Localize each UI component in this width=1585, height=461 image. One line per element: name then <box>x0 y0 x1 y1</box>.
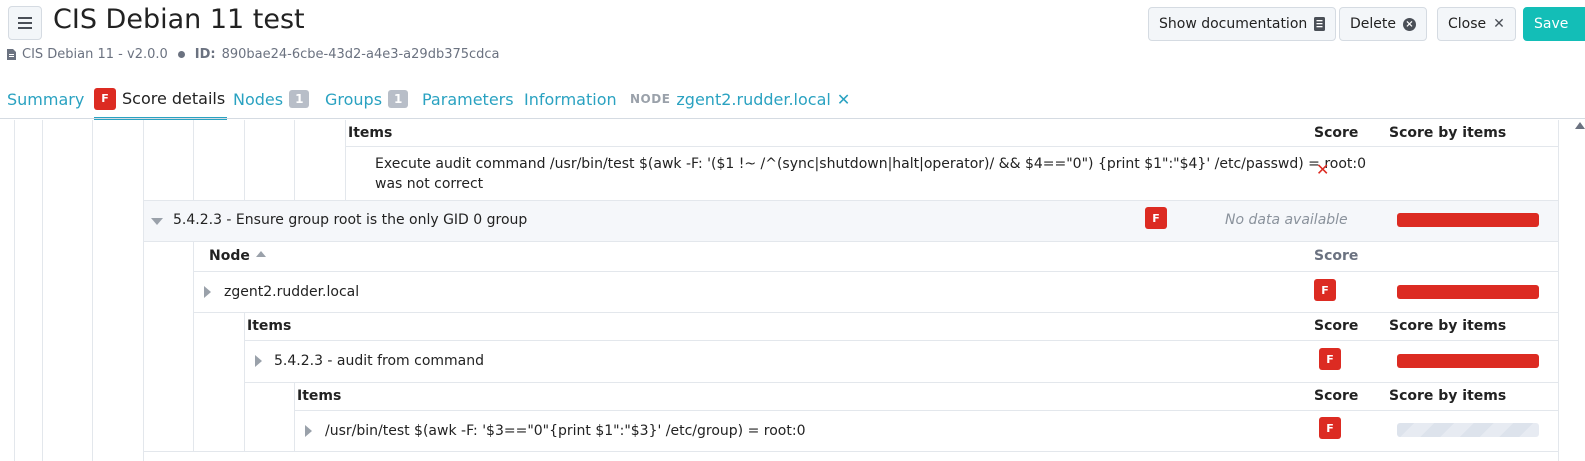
items-score-header: Score <box>1314 318 1359 334</box>
tree-line <box>345 120 346 201</box>
tab-parameters-label: Parameters <box>422 89 514 109</box>
caret-right-icon[interactable] <box>305 425 312 437</box>
tab-score-details[interactable]: F Score details <box>94 80 228 120</box>
row-divider <box>193 271 1558 272</box>
close-button[interactable]: Close ✕ <box>1437 7 1516 41</box>
row-divider <box>193 312 1558 313</box>
score-by-items-header: Score by items <box>1389 125 1507 141</box>
score-bar <box>1397 213 1539 227</box>
item-score-bar <box>1397 354 1539 368</box>
sub-item-score-bar <box>1397 423 1539 437</box>
groups-count-badge: 1 <box>388 90 409 108</box>
node-score-header: Score <box>1314 248 1359 264</box>
tab-node-detail[interactable]: NODE zgent2.rudder.local ✕ <box>630 80 850 118</box>
id-value: 890bae24-6cbe-43d2-a4e3-a29db375cdca <box>221 47 500 62</box>
menu-toggle-button[interactable] <box>8 6 42 40</box>
show-documentation-button[interactable]: Show documentation <box>1148 7 1337 41</box>
score-header: Score <box>1314 125 1359 141</box>
rule-label: 5.4.2.3 - Ensure group root is the only … <box>173 212 528 228</box>
items-header: Items <box>348 125 393 141</box>
rule-score-badge: F <box>1145 207 1167 229</box>
tree-line <box>244 120 245 201</box>
circle-x-icon: × <box>1403 17 1416 31</box>
audit-item-text-cont: was not correct <box>375 176 484 192</box>
tree-line <box>294 120 295 201</box>
node-column-header[interactable]: Node <box>209 248 266 264</box>
sub-items-header: Items <box>297 388 342 404</box>
tab-information-label: Information <box>524 89 617 109</box>
row-divider <box>345 146 1558 147</box>
tree-line <box>193 241 194 451</box>
close-label: Close <box>1448 16 1487 32</box>
separator-dot <box>177 51 185 58</box>
item-label[interactable]: 5.4.2.3 - audit from command <box>274 353 484 369</box>
sort-asc-icon <box>255 251 266 257</box>
tab-node-name: zgent2.rudder.local <box>676 89 831 109</box>
row-divider <box>244 382 1558 383</box>
tree-line <box>14 120 15 461</box>
tab-bar: Summary F Score details Nodes 1 Groups 1… <box>0 80 1585 120</box>
document-icon <box>7 49 16 60</box>
close-icon: ✕ <box>1493 16 1505 32</box>
id-label: ID: <box>194 47 216 62</box>
row-divider <box>143 200 1558 201</box>
row-divider <box>143 451 1558 452</box>
node-header-label: Node <box>209 248 250 264</box>
delete-label: Delete <box>1350 16 1396 32</box>
sub-score-by-items-header: Score by items <box>1389 388 1507 404</box>
caret-right-icon[interactable] <box>204 286 211 298</box>
table-edge <box>1558 120 1559 461</box>
tab-summary[interactable]: Summary <box>7 80 84 118</box>
row-divider <box>244 340 1558 341</box>
fail-x-icon: ✕ <box>1316 160 1330 179</box>
no-data-text: No data available <box>1225 212 1348 228</box>
page-subtitle: CIS Debian 11 - v2.0.0 ID: 890bae24-6cbe… <box>7 47 500 62</box>
delete-button[interactable]: Delete × <box>1339 7 1427 41</box>
hamburger-icon <box>18 17 32 29</box>
caret-right-icon[interactable] <box>255 355 262 367</box>
tab-summary-label: Summary <box>7 89 85 109</box>
sub-item-label[interactable]: /usr/bin/test $(awk -F: '$3=="0"{print $… <box>325 423 805 439</box>
audit-item-text: Execute audit command /usr/bin/test $(aw… <box>375 156 1367 172</box>
close-tab-icon[interactable]: ✕ <box>837 90 850 109</box>
caret-down-icon[interactable] <box>151 218 163 225</box>
items-score-by-items-header: Score by items <box>1389 318 1507 334</box>
tab-groups[interactable]: Groups 1 <box>325 80 409 118</box>
tab-nodes[interactable]: Nodes 1 <box>233 80 310 118</box>
tab-divider <box>0 118 1585 119</box>
sub-item-score-badge: F <box>1319 417 1341 439</box>
tree-line <box>193 120 194 201</box>
score-badge: F <box>94 87 116 110</box>
node-name[interactable]: zgent2.rudder.local <box>224 284 359 300</box>
page-title: CIS Debian 11 test <box>53 4 305 35</box>
source-version: CIS Debian 11 - v2.0.0 <box>22 47 168 62</box>
tree-line <box>92 120 93 461</box>
sub-score-header: Score <box>1314 388 1359 404</box>
scroll-up-arrow[interactable] <box>1575 122 1585 129</box>
save-label: Save <box>1534 16 1569 32</box>
tab-information[interactable]: Information <box>524 80 617 118</box>
tree-line <box>294 382 295 451</box>
node-score-badge: F <box>1314 279 1336 301</box>
save-button[interactable]: Save <box>1523 7 1585 41</box>
row-divider <box>294 410 1558 411</box>
tab-groups-label: Groups <box>325 89 383 109</box>
book-icon <box>1314 17 1326 31</box>
row-divider <box>143 241 1558 242</box>
tab-nodes-label: Nodes <box>233 89 284 109</box>
nodes-count-badge: 1 <box>289 90 310 108</box>
show-documentation-label: Show documentation <box>1159 16 1308 32</box>
tab-node-label: NODE <box>630 92 671 106</box>
tree-line <box>42 120 43 461</box>
tab-score-details-label: Score details <box>122 89 226 108</box>
item-score-badge: F <box>1319 348 1341 370</box>
tree-line <box>143 120 144 461</box>
tab-parameters[interactable]: Parameters <box>422 80 514 118</box>
items-header: Items <box>247 318 292 334</box>
node-score-bar <box>1397 285 1539 299</box>
